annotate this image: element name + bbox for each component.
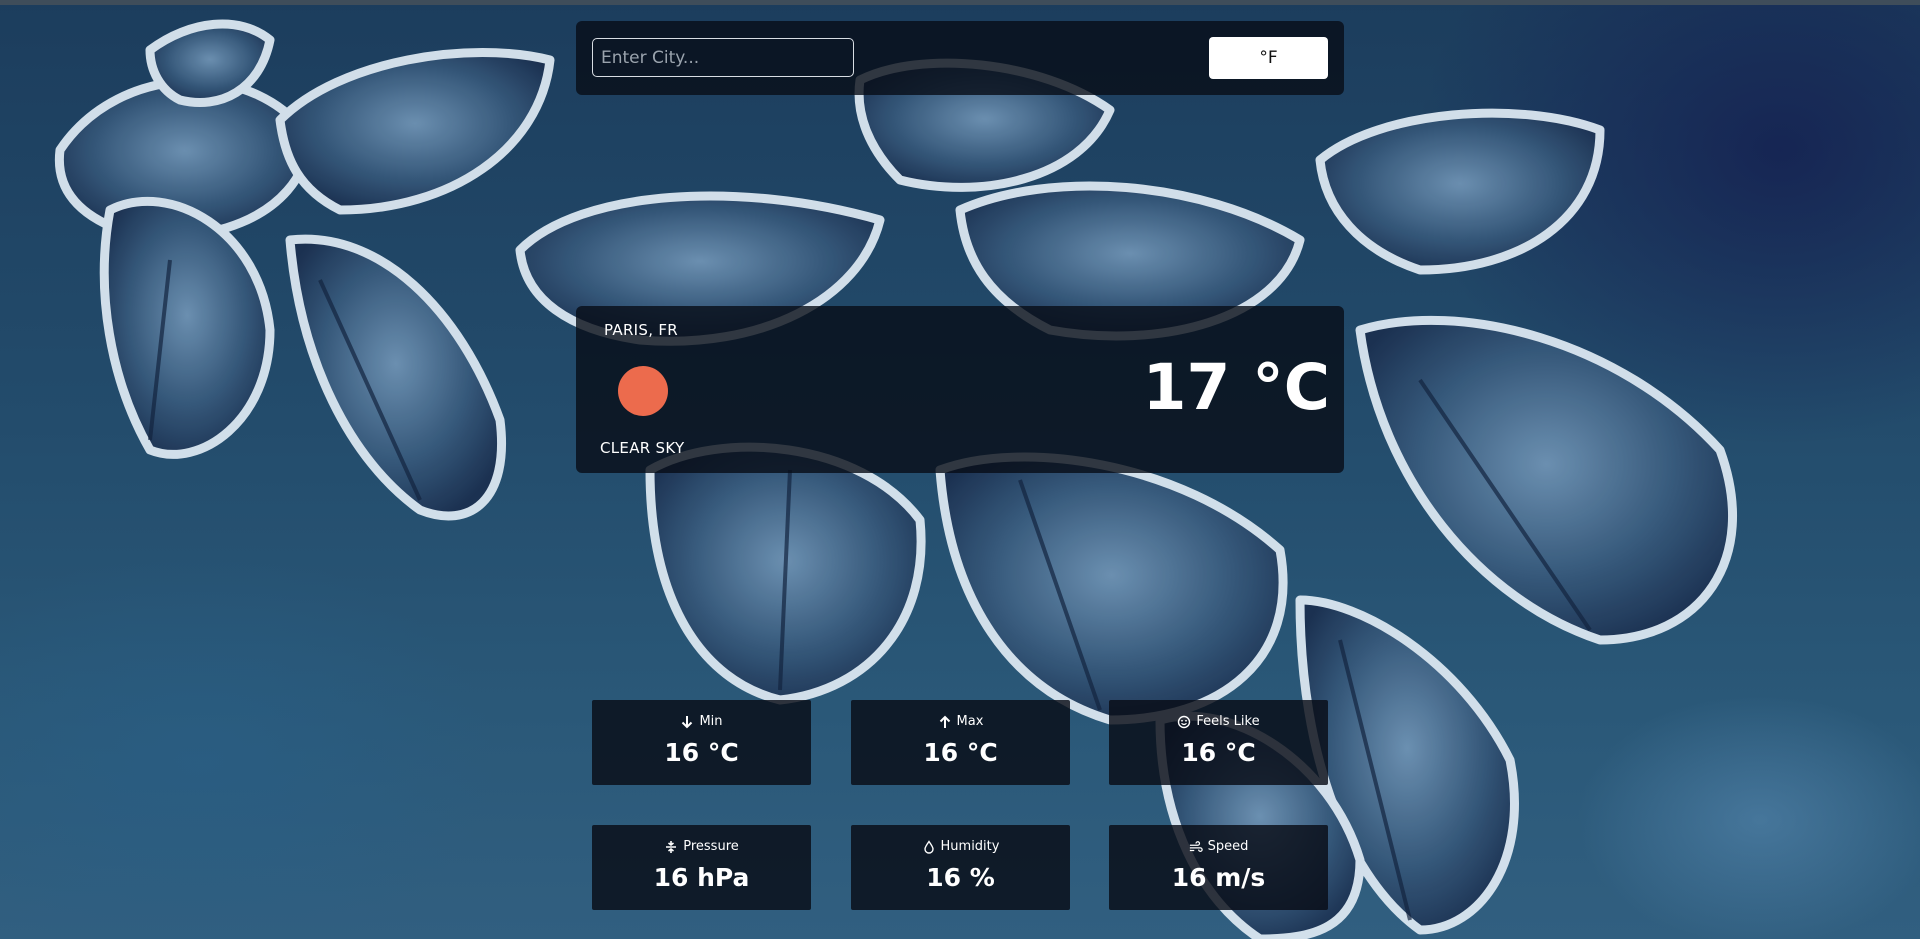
wind-icon — [1189, 840, 1203, 854]
stat-label: Min — [699, 714, 723, 729]
stat-value: 16 °C — [1181, 738, 1256, 767]
droplet-icon — [922, 839, 936, 854]
stat-card-pressure: Pressure 16 hPa — [592, 825, 811, 910]
stat-card-humidity: Humidity 16 % — [851, 825, 1070, 910]
stat-card-max: Max 16 °C — [851, 700, 1070, 785]
weather-description: CLEAR SKY — [600, 439, 685, 457]
unit-toggle-button[interactable]: °F — [1209, 37, 1328, 79]
search-panel: °F — [576, 21, 1344, 95]
arrow-up-icon — [938, 715, 952, 729]
sun-icon — [618, 366, 668, 416]
stat-value: 16 % — [926, 863, 995, 892]
stat-value: 16 °C — [923, 738, 998, 767]
city-search-input[interactable] — [592, 38, 854, 77]
stat-card-min: Min 16 °C — [592, 700, 811, 785]
location-label: PARIS, FR — [604, 321, 679, 339]
browser-top-strip — [0, 0, 1920, 5]
stat-label: Pressure — [683, 839, 739, 854]
current-weather-panel: PARIS, FR CLEAR SKY 17 °C — [576, 306, 1344, 473]
stat-label: Humidity — [940, 839, 1000, 854]
stat-value: 16 m/s — [1171, 863, 1266, 892]
stat-card-speed: Speed 16 m/s — [1109, 825, 1328, 910]
stat-label: Feels Like — [1196, 714, 1260, 729]
stat-value: 16 hPa — [653, 863, 750, 892]
smile-icon — [1177, 715, 1191, 729]
compress-icon — [664, 840, 678, 854]
stat-value: 16 °C — [664, 738, 739, 767]
arrow-down-icon — [680, 715, 694, 729]
stat-label: Speed — [1207, 839, 1249, 854]
stat-label: Max — [956, 714, 984, 729]
current-temperature: 17 °C — [1142, 351, 1330, 424]
stat-card-feels-like: Feels Like 16 °C — [1109, 700, 1328, 785]
